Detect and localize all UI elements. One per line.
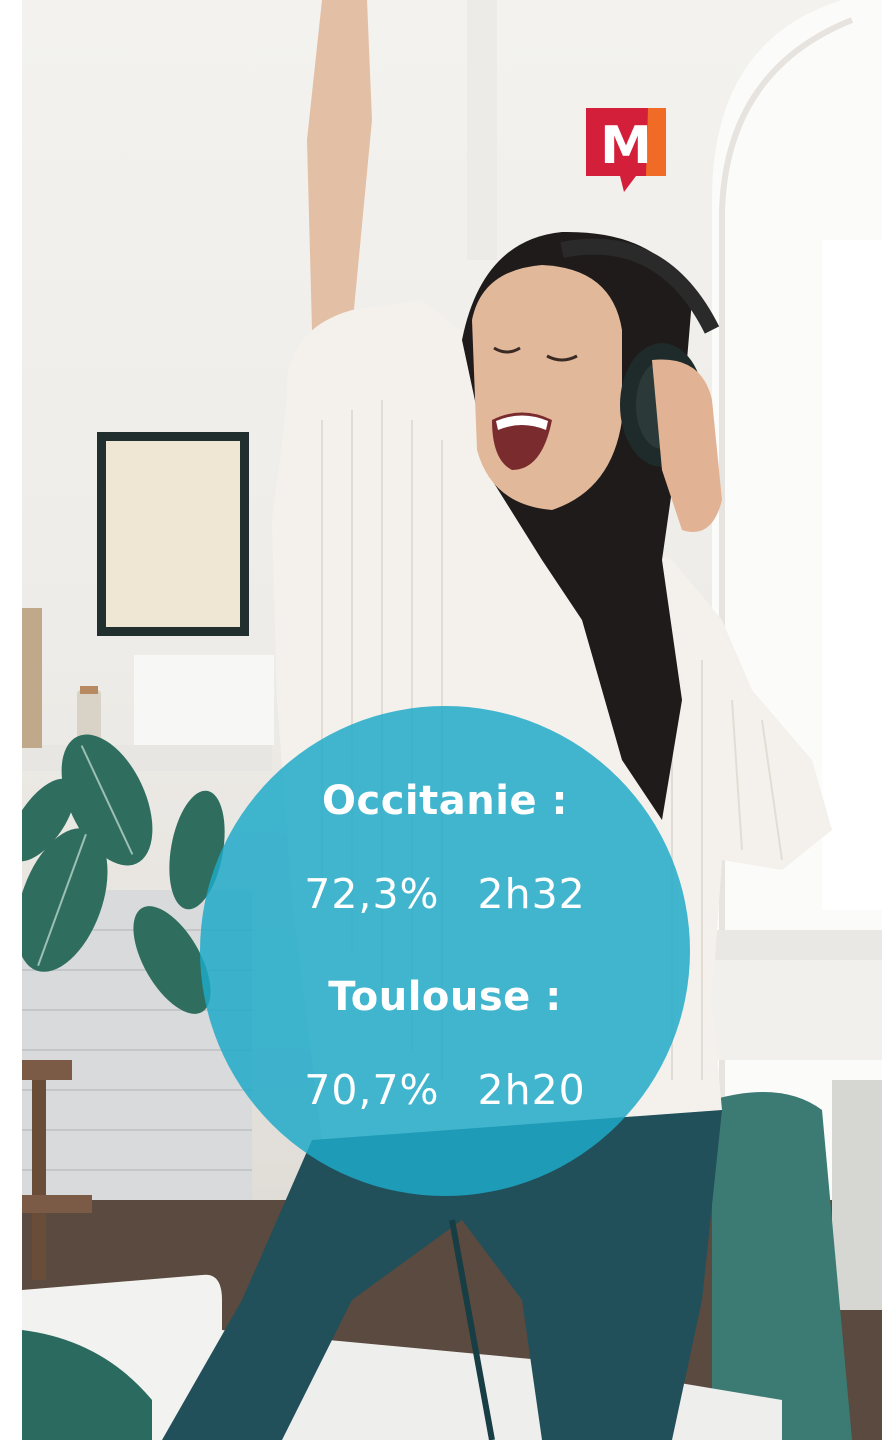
percent-occitanie: 72,3% [304,870,440,918]
stats-row-toulouse: 70,7% 2h20 [200,1066,690,1114]
logo-letter: M [600,116,652,176]
region-title-occitanie: Occitanie : [322,778,568,824]
duration-occitanie: 2h32 [477,870,586,918]
stats-circle: Occitanie : 72,3% 2h32 Toulouse : 70,7% 2h… [200,706,690,1196]
logo-mark: M [586,108,666,192]
region-title-toulouse: Toulouse : [328,974,562,1020]
percent-toulouse: 70,7% [304,1066,440,1114]
story-canvas: M Occitanie : 72,3% 2h32 Toulouse : 70,7%… [0,0,882,1440]
stats-row-occitanie: 72,3% 2h32 [200,870,690,918]
brand-logo-icon: M [586,108,666,194]
duration-toulouse: 2h20 [477,1066,586,1114]
